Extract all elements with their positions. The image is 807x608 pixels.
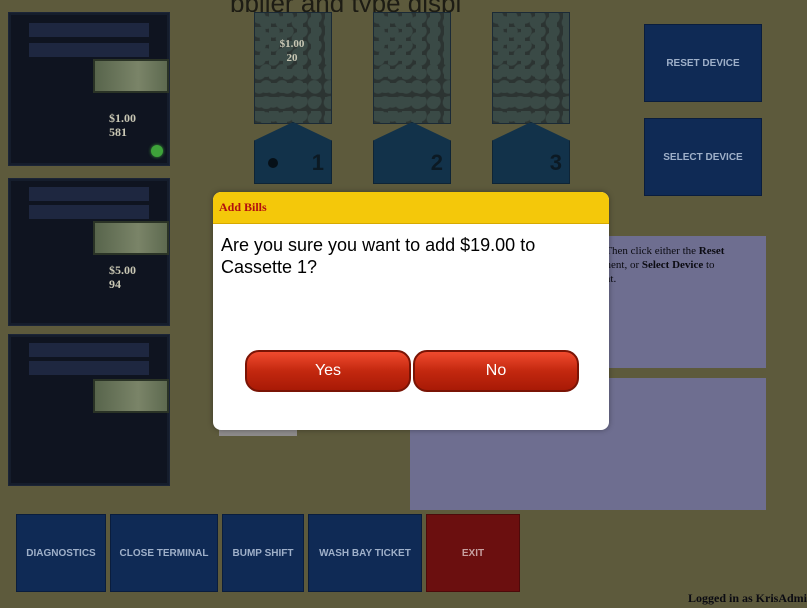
exit-button[interactable]: EXIT [426, 514, 520, 592]
bill-acceptor-2[interactable]: $5.00 94 [8, 178, 170, 326]
acceptor-slot [29, 187, 149, 201]
hopper-value: $1.00 [279, 38, 305, 50]
confirm-dialog: Add Bills Are you sure you want to add $… [213, 192, 609, 430]
coin-hopper-2[interactable]: 2 [373, 12, 451, 184]
hopper-glass [492, 12, 570, 124]
acceptor-slot [29, 43, 149, 57]
coin-hopper-1[interactable]: $1.00 20 1 [254, 12, 332, 184]
acceptor-slot [29, 343, 149, 357]
dialog-message: Are you sure you want to add $19.00 to C… [221, 235, 536, 277]
hopper-number: 2 [430, 150, 443, 175]
acceptor-slot [29, 361, 149, 375]
status-led-icon [151, 145, 163, 157]
hopper-glass [254, 12, 332, 124]
diagnostics-button[interactable]: DIAGNOSTICS [16, 514, 106, 592]
hopper-count: 20 [286, 52, 298, 64]
coin-hopper-3[interactable]: 3 [492, 12, 570, 184]
bill-image [93, 59, 169, 93]
instruction-select-word: Select Device [641, 259, 704, 271]
acceptor-slot [29, 23, 149, 37]
yes-button[interactable]: Yes [245, 350, 411, 392]
close-terminal-button[interactable]: CLOSE TERMINAL [110, 514, 218, 592]
acceptor-slot [29, 205, 149, 219]
logged-in-status: Logged in as KrisAdmi [687, 591, 807, 605]
hopper-hole-icon [268, 158, 278, 168]
hopper-number: 3 [549, 150, 562, 175]
bump-shift-button[interactable]: BUMP SHIFT [222, 514, 304, 592]
instruction-text: . Then click either the Reset onent, or … [600, 244, 765, 286]
no-button[interactable]: No [413, 350, 579, 392]
hopper-number: 1 [311, 150, 324, 175]
acceptor-count: 581 [109, 125, 127, 139]
page-header-text: pplier and type displ [230, 0, 750, 12]
dialog-title: Add Bills [213, 192, 609, 224]
instruction-part: to [703, 259, 715, 271]
reset-device-button[interactable]: RESET DEVICE [644, 24, 762, 102]
select-device-button[interactable]: SELECT DEVICE [644, 118, 762, 196]
acceptor-denomination: $1.00 [109, 111, 136, 125]
hopper-glass [373, 12, 451, 124]
instruction-reset-word: Reset [698, 245, 725, 257]
bill-image [93, 221, 169, 255]
bill-acceptor-3[interactable] [8, 334, 170, 486]
bill-acceptor-1[interactable]: $1.00 581 [8, 12, 170, 166]
instruction-part: . Then click either the [600, 245, 699, 257]
bill-image [93, 379, 169, 413]
wash-bay-ticket-button[interactable]: WASH BAY TICKET [308, 514, 422, 592]
acceptor-count: 94 [109, 277, 121, 291]
acceptor-denomination: $5.00 [109, 263, 136, 277]
